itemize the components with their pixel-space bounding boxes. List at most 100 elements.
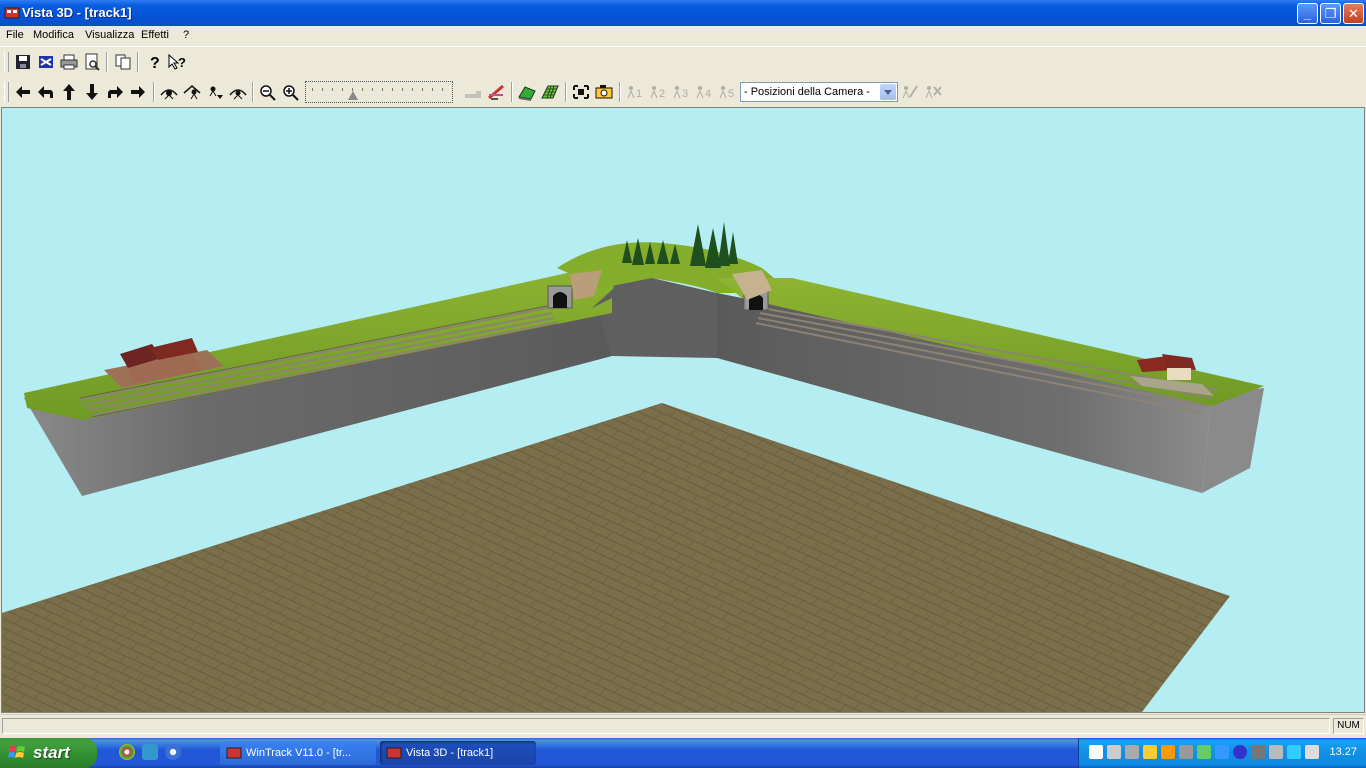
menu-help[interactable]: ?: [183, 29, 189, 41]
printer-icon: [60, 54, 78, 70]
rotate-left-icon: [38, 86, 53, 98]
zoom-out-button[interactable]: [258, 83, 278, 101]
security-shield-icon[interactable]: [1143, 745, 1157, 759]
taskbar-item-vista3d[interactable]: Vista 3D - [track1]: [380, 741, 536, 765]
3d-viewport[interactable]: [1, 107, 1365, 713]
copy-icon: [115, 54, 131, 70]
tray-icon[interactable]: [1197, 745, 1211, 759]
camera-position-icon: 5: [719, 86, 734, 100]
view-toolbar: 1 2 3 4 5 - Posizioni della Camera -: [0, 77, 955, 107]
tray-icon[interactable]: [1287, 745, 1301, 759]
camera-up-icon: [183, 85, 201, 100]
move-up-button[interactable]: [59, 83, 79, 101]
start-button[interactable]: start: [0, 738, 97, 768]
print-preview-button[interactable]: [82, 53, 102, 71]
tray-icon[interactable]: [1179, 745, 1193, 759]
zoom-slider[interactable]: [305, 81, 453, 103]
camera-delete-icon: [925, 86, 942, 99]
restore-button[interactable]: ❐: [1320, 3, 1341, 24]
camera-reset-button[interactable]: [228, 83, 248, 101]
chevron-down-icon[interactable]: [880, 84, 896, 100]
bluetooth-icon[interactable]: [1233, 745, 1247, 759]
save-button[interactable]: [13, 53, 33, 71]
copy-button[interactable]: [113, 53, 133, 71]
camera-position-5-button[interactable]: 5: [717, 83, 737, 101]
svg-text:?: ?: [150, 55, 160, 71]
status-bar: NUM: [0, 714, 1366, 737]
tray-icon[interactable]: [1215, 745, 1229, 759]
terrain-button[interactable]: [463, 83, 483, 101]
camera-position-label: 5: [728, 88, 734, 100]
tray-icon[interactable]: [1125, 745, 1139, 759]
camera-position-icon: 2: [650, 86, 665, 100]
delete-camera-button[interactable]: [923, 83, 943, 101]
toolbar-separator: [511, 82, 513, 102]
terrain-icon: [465, 91, 481, 98]
zoom-in-icon: [283, 85, 299, 101]
context-help-button[interactable]: ?: [167, 53, 187, 71]
camera-select-value: - Posizioni della Camera -: [744, 86, 870, 98]
fit-view-button[interactable]: [571, 83, 591, 101]
minimize-button[interactable]: _: [1297, 3, 1318, 24]
menu-visualizza[interactable]: Visualizza: [85, 29, 134, 41]
vista3d-app-icon: [386, 747, 402, 759]
move-right-button[interactable]: [128, 83, 148, 101]
media-player-icon[interactable]: [165, 744, 181, 760]
rotate-left-button[interactable]: [36, 83, 56, 101]
print-button[interactable]: [59, 53, 79, 71]
toolbar-separator: [252, 82, 254, 102]
camera-reset-icon: [229, 89, 247, 100]
arrow-down-icon: [86, 84, 98, 100]
tray-icon[interactable]: [1089, 745, 1103, 759]
menu-file[interactable]: File: [6, 29, 24, 41]
menu-effetti[interactable]: Effetti: [141, 29, 169, 41]
camera-position-icon: 1: [627, 86, 642, 100]
move-left-button[interactable]: [13, 83, 33, 101]
camera-positions-select[interactable]: - Posizioni della Camera -: [740, 82, 898, 102]
export-button[interactable]: [36, 53, 56, 71]
camera-icon: [595, 85, 613, 99]
rotate-right-button[interactable]: [105, 83, 125, 101]
status-panel: [2, 718, 1330, 734]
toolbar-grip[interactable]: [4, 52, 9, 72]
landscape-button[interactable]: [517, 83, 537, 101]
tray-icon[interactable]: [1251, 745, 1265, 759]
rotate-right-icon: [108, 86, 123, 98]
camera-position-4-button[interactable]: 4: [694, 83, 714, 101]
close-button[interactable]: ✕: [1343, 3, 1364, 24]
save-camera-button[interactable]: [900, 83, 920, 101]
tray-icon[interactable]: [1161, 745, 1175, 759]
zoom-in-button[interactable]: [281, 83, 301, 101]
camera-position-label: 4: [705, 88, 711, 100]
taskbar-item-wintrack[interactable]: WinTrack V11.0 - [tr...: [220, 741, 376, 765]
camera-up-button[interactable]: [182, 83, 202, 101]
grid-button[interactable]: [540, 83, 560, 101]
chrome-icon[interactable]: [119, 744, 135, 760]
windows-logo-icon: [8, 746, 25, 758]
volume-icon[interactable]: [1305, 745, 1319, 759]
toolbar-grip[interactable]: [4, 82, 9, 102]
camera-position-icon: 3: [673, 86, 688, 100]
track-button[interactable]: [486, 83, 506, 101]
taskbar: start WinTrack V11.0 - [tr... Vista 3D -…: [0, 738, 1366, 768]
camera-add-icon: [902, 85, 918, 99]
network-icon[interactable]: [1107, 745, 1121, 759]
camera-down-button[interactable]: [205, 83, 225, 101]
zoom-out-icon: [260, 85, 276, 101]
save-icon: [16, 55, 30, 69]
menu-modifica[interactable]: Modifica: [33, 29, 74, 41]
help-button[interactable]: ?: [144, 53, 164, 71]
camera-orbit-button[interactable]: [159, 83, 179, 101]
window-title: Vista 3D - [track1]: [22, 5, 132, 20]
title-bar[interactable]: Vista 3D - [track1] _ ❐ ✕: [0, 0, 1366, 26]
tray-icon[interactable]: [1269, 745, 1283, 759]
camera-position-3-button[interactable]: 3: [671, 83, 691, 101]
camera-position-icon: 4: [696, 86, 711, 100]
camera-position-1-button[interactable]: 1: [625, 83, 645, 101]
snapshot-button[interactable]: [594, 83, 614, 101]
move-down-button[interactable]: [82, 83, 102, 101]
ie-icon[interactable]: [142, 744, 158, 760]
slider-thumb[interactable]: [348, 91, 358, 100]
camera-position-2-button[interactable]: 2: [648, 83, 668, 101]
question-icon: ?: [150, 55, 160, 71]
